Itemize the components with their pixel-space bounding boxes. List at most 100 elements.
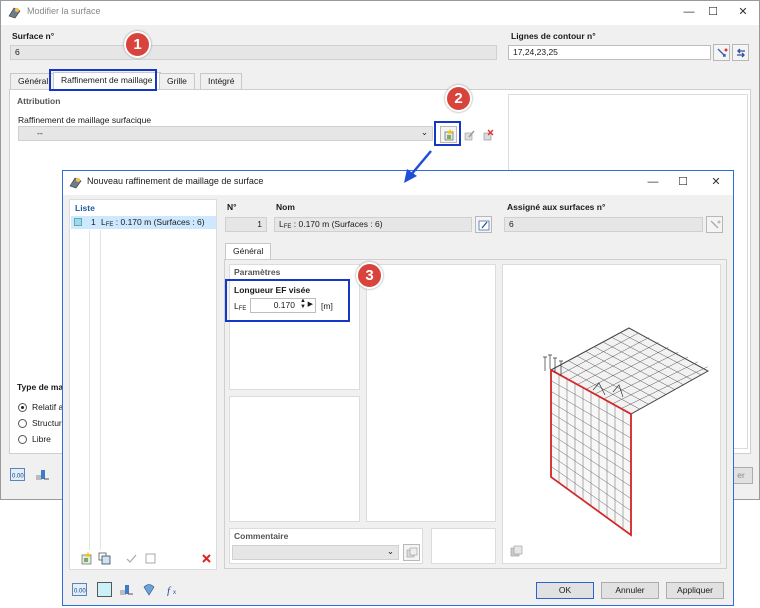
step-badge-2: 2: [445, 85, 472, 112]
edit-name-button[interactable]: [475, 216, 492, 233]
new-item-icon: [81, 552, 92, 565]
main-titlebar: Modifier la surface — ☐ ✕: [1, 1, 759, 25]
dialog-title: Nouveau raffinement de maillage de surfa…: [87, 176, 264, 186]
assigned-field[interactable]: 6: [504, 217, 703, 232]
dialog-app-icon: [69, 176, 82, 191]
pick-icon: [710, 220, 720, 228]
ok-button[interactable]: OK: [536, 582, 594, 599]
comment-input[interactable]: ⌄: [232, 545, 399, 560]
edit-mesh-refinement-button[interactable]: [460, 126, 477, 143]
no-label: N°: [227, 202, 237, 212]
mesh-type-label: Type de mai: [17, 382, 66, 392]
dialog-maximize-icon[interactable]: ☐: [675, 175, 691, 189]
list-item-number: 1: [91, 217, 96, 227]
model-button[interactable]: [34, 466, 51, 483]
reverse-button[interactable]: [732, 44, 749, 61]
edit-name-icon: [478, 220, 489, 230]
surface-3d-preview: [543, 327, 710, 537]
radio-free[interactable]: [18, 435, 27, 444]
dialog-minimize-icon[interactable]: —: [645, 175, 661, 189]
assigned-label: Assigné aux surfaces n°: [507, 202, 606, 212]
reverse-icon: [736, 48, 745, 57]
library-icon: [406, 547, 417, 557]
chevron-down-icon: ⌄: [420, 127, 428, 137]
help-icon: [143, 584, 155, 596]
uncheck-icon: [145, 553, 156, 564]
no-field[interactable]: 1: [225, 217, 267, 232]
list-copy-button[interactable]: [96, 550, 113, 567]
list-check-button[interactable]: [123, 550, 140, 567]
list-new-button[interactable]: [78, 550, 95, 567]
tab-grid[interactable]: Grille: [159, 73, 195, 89]
list-guide-line-2: [100, 230, 101, 550]
dialog-units-button[interactable]: 0.00: [71, 581, 88, 598]
surface-no-field[interactable]: 6: [10, 45, 497, 60]
comment-label: Commentaire: [234, 531, 289, 541]
parameters-empty-panel: [229, 396, 360, 522]
radio-relative[interactable]: [18, 403, 27, 412]
list-panel: Liste 1 LFE : 0.170 m (Surfaces : 6): [69, 199, 217, 570]
delete-icon: [202, 554, 211, 563]
model-icon: [120, 585, 133, 595]
contour-lines-field[interactable]: 17,24,23,25: [508, 45, 711, 60]
no-value: 1: [257, 219, 262, 229]
comment-side-panel: [431, 528, 496, 564]
delete-mesh-refinement-button[interactable]: [479, 126, 496, 143]
delete-icon: [483, 129, 493, 140]
select-surfaces-button[interactable]: [706, 216, 723, 233]
list-item-text: LFE : 0.170 m (Surfaces : 6): [101, 217, 205, 228]
edit-icon: [464, 130, 475, 140]
name-label: Nom: [276, 202, 295, 212]
parameters-label: Paramètres: [234, 267, 281, 277]
cancel-button[interactable]: Annuler: [601, 582, 659, 599]
minimize-icon[interactable]: —: [681, 5, 697, 19]
list-guide-line-1: [89, 230, 90, 550]
select-lines-button[interactable]: [713, 44, 730, 61]
list-delete-button[interactable]: [198, 550, 215, 567]
svg-text:0.00: 0.00: [12, 474, 24, 480]
step-badge-1: 1: [124, 31, 151, 58]
color-swatch-icon: [97, 582, 112, 597]
tab-integrated[interactable]: Intégré: [200, 73, 243, 89]
dialog-tab-general[interactable]: Général: [225, 243, 272, 260]
dialog-close-icon[interactable]: ✕: [708, 175, 724, 189]
units-icon: 0.00: [72, 583, 87, 596]
radio-structure[interactable]: [18, 419, 27, 428]
radio-free-label: Libre: [32, 434, 51, 444]
view-options-icon: [510, 545, 523, 557]
pick-icon: [717, 48, 727, 57]
apply-button[interactable]: Appliquer: [666, 582, 724, 599]
dialog-model-button[interactable]: [118, 581, 135, 598]
highlight-target-fe-length: [225, 279, 350, 322]
comment-chevron-down-icon[interactable]: ⌄: [387, 546, 394, 557]
contour-lines-label: Lignes de contour n°: [511, 31, 596, 41]
units-icon: 0.00: [10, 468, 25, 481]
list-item[interactable]: 1 LFE : 0.170 m (Surfaces : 6): [71, 216, 216, 229]
formula-icon: fx: [167, 585, 176, 596]
dialog-help-button[interactable]: [141, 581, 158, 598]
list-item-rest: : 0.170 m (Surfaces : 6): [113, 217, 205, 227]
comment-library-button[interactable]: [403, 544, 420, 561]
preview-panel: [502, 264, 721, 564]
step-badge-3: 3: [356, 262, 383, 289]
list-item-color-swatch: [74, 218, 82, 226]
preview-options-button[interactable]: [508, 543, 525, 560]
list-uncheck-button[interactable]: [142, 550, 159, 567]
list-item-sub: FE: [105, 222, 114, 228]
mesh-refinement-select[interactable]: -- ⌄: [18, 126, 433, 141]
list-label: Liste: [75, 203, 95, 213]
svg-text:x: x: [173, 590, 176, 596]
name-rest: : 0.170 m (Surfaces : 6): [291, 219, 383, 229]
blue-arrow-icon: [404, 150, 432, 183]
dialog-color-button[interactable]: [96, 581, 113, 598]
maximize-icon[interactable]: ☐: [705, 5, 721, 19]
units-button[interactable]: 0.00: [9, 466, 26, 483]
middle-panel: [366, 264, 496, 522]
highlight-mesh-refinement-tab: [49, 69, 157, 91]
attribution-label: Attribution: [17, 96, 61, 106]
name-field[interactable]: LFE : 0.170 m (Surfaces : 6): [274, 217, 472, 232]
mesh-refinement-dialog: Nouveau raffinement de maillage de surfa…: [62, 170, 734, 606]
name-sub: FE: [283, 224, 292, 230]
dialog-formula-button[interactable]: fx: [164, 581, 181, 598]
close-icon[interactable]: ✕: [735, 5, 751, 19]
